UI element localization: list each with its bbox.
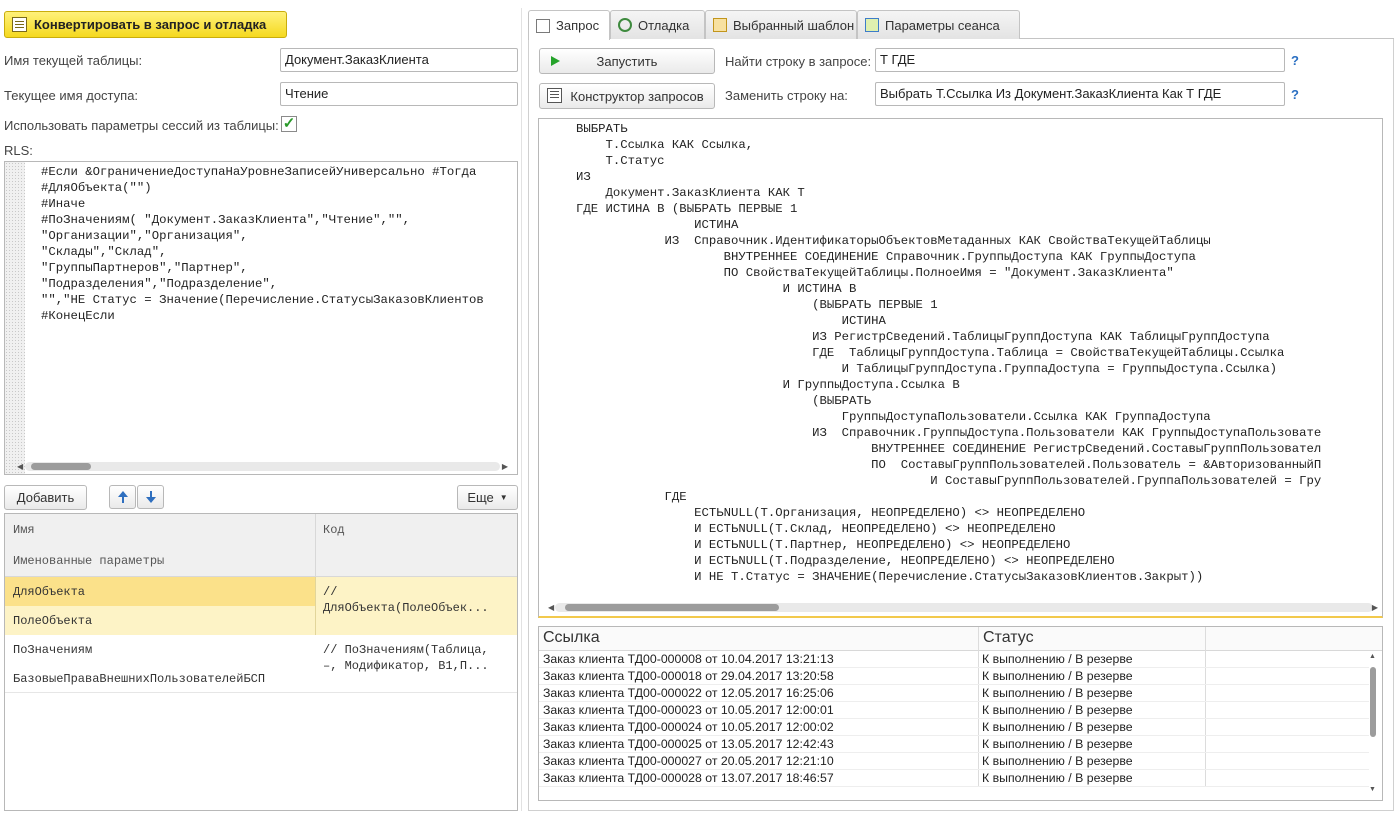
cell-ref: Заказ клиента ТД00-000024 от 10.05.2017 …: [543, 720, 834, 734]
document-edit-icon: [12, 17, 27, 32]
scroll-left-icon[interactable]: ◀: [548, 603, 554, 612]
parameters-table: Имя Именованные параметры Код ДляОбъекта…: [4, 513, 518, 811]
table-header: Имя Именованные параметры Код: [5, 514, 517, 577]
access-name-label: Текущее имя доступа:: [4, 88, 139, 103]
scroll-thumb[interactable]: [31, 463, 91, 470]
table-row[interactable]: Заказ клиента ТД00-000028 от 13.07.2017 …: [539, 770, 1369, 787]
table-name-field[interactable]: Документ.ЗаказКлиента: [280, 48, 518, 72]
move-up-button[interactable]: [109, 485, 136, 509]
row-name: ПоЗначениям: [13, 643, 93, 657]
convert-to-query-button[interactable]: Конвертировать в запрос и отладка: [4, 11, 287, 38]
cell-ref: Заказ клиента ТД00-000008 от 10.04.2017 …: [543, 652, 834, 666]
add-button[interactable]: Добавить: [4, 485, 87, 510]
table-row[interactable]: Заказ клиента ТД00-000022 от 12.05.2017 …: [539, 685, 1369, 702]
cell-ref: Заказ клиента ТД00-000018 от 29.04.2017 …: [543, 669, 834, 683]
cell-ref: Заказ клиента ТД00-000022 от 12.05.2017 …: [543, 686, 834, 700]
query-constructor-icon: [547, 88, 562, 103]
row-name: ДляОбъекта: [13, 585, 86, 599]
cell-status: К выполнению / В резерве: [982, 652, 1133, 666]
scroll-up-icon[interactable]: ▲: [1369, 653, 1376, 660]
row-field: БазовыеПраваВнешнихПользователейБСП: [13, 672, 266, 686]
replace-input[interactable]: Выбрать Т.Ссылка Из Документ.ЗаказКлиент…: [875, 82, 1285, 106]
column-header-status[interactable]: Статус: [983, 629, 1034, 647]
query-hscrollbar[interactable]: [555, 603, 1373, 612]
find-label: Найти строку в запросе:: [725, 54, 872, 69]
column-header-code[interactable]: Код: [323, 523, 345, 537]
cell-ref: Заказ клиента ТД00-000027 от 20.05.2017 …: [543, 754, 834, 768]
results-vscrollbar[interactable]: ▲ ▼: [1369, 653, 1378, 793]
scroll-thumb[interactable]: [1370, 667, 1376, 737]
move-down-button[interactable]: [137, 485, 164, 509]
scroll-right-icon[interactable]: ▶: [502, 462, 508, 471]
column-header-named-params[interactable]: Именованные параметры: [13, 554, 164, 568]
rls-editor[interactable]: #Если &ОграничениеДоступаНаУровнеЗаписей…: [4, 161, 518, 475]
results-table: Ссылка Статус Заказ клиента ТД00-000008 …: [538, 626, 1383, 801]
row-code: // ПоЗначениям(Таблица,: [323, 643, 489, 657]
column-divider: [315, 577, 316, 635]
row-code-continued: –, Модификатор, В1,П...: [323, 659, 489, 673]
table-row[interactable]: Заказ клиента ТД00-000008 от 10.04.2017 …: [539, 651, 1369, 668]
column-divider: [315, 514, 316, 576]
replace-label: Заменить строку на:: [725, 88, 848, 103]
column-header-ref[interactable]: Ссылка: [543, 629, 600, 647]
cell-status: К выполнению / В резерве: [982, 686, 1133, 700]
checkmark-icon: ✓: [282, 115, 296, 132]
play-icon: [551, 56, 560, 66]
rls-hscrollbar[interactable]: [25, 462, 500, 471]
tab-query[interactable]: Запрос: [528, 10, 610, 40]
tab-template[interactable]: Выбранный шаблон: [705, 10, 857, 39]
scroll-left-icon[interactable]: ◀: [17, 462, 23, 471]
arrow-down-icon: [145, 491, 156, 503]
panel-splitter[interactable]: [521, 8, 522, 811]
row-code-continued: ДляОбъекта(ПолеОбъек...: [323, 601, 489, 615]
tab-query-icon: [536, 18, 550, 33]
table-row[interactable]: Заказ клиента ТД00-000027 от 20.05.2017 …: [539, 753, 1369, 770]
scroll-thumb[interactable]: [565, 604, 779, 611]
cell-status: К выполнению / В резерве: [982, 669, 1133, 683]
chevron-down-icon: ▼: [499, 493, 508, 502]
table-row[interactable]: ДляОбъекта ПолеОбъекта // ДляОбъекта(Пол…: [5, 577, 517, 635]
cell-status: К выполнению / В резерве: [982, 771, 1133, 785]
results-header: Ссылка Статус: [539, 627, 1382, 651]
access-name-field[interactable]: Чтение: [280, 82, 518, 106]
find-input[interactable]: Т ГДЕ: [875, 48, 1285, 72]
replace-help-link[interactable]: ?: [1291, 87, 1299, 102]
table-row[interactable]: Заказ клиента ТД00-000025 от 13.05.2017 …: [539, 736, 1369, 753]
cell-status: К выполнению / В резерве: [982, 737, 1133, 751]
use-session-params-label: Использовать параметры сессий из таблицы…: [4, 118, 279, 133]
more-button[interactable]: Еще ▼: [457, 485, 518, 510]
cell-status: К выполнению / В резерве: [982, 703, 1133, 717]
editor-gutter: [5, 162, 25, 474]
cell-status: К выполнению / В резерве: [982, 720, 1133, 734]
cell-ref: Заказ клиента ТД00-000028 от 13.07.2017 …: [543, 771, 834, 785]
find-help-link[interactable]: ?: [1291, 53, 1299, 68]
column-header-name[interactable]: Имя: [13, 523, 35, 537]
table-name-label: Имя текущей таблицы:: [4, 53, 143, 68]
cell-ref: Заказ клиента ТД00-000023 от 10.05.2017 …: [543, 703, 834, 717]
table-row[interactable]: ПоЗначениям БазовыеПраваВнешнихПользоват…: [5, 635, 517, 693]
tab-session-icon: [865, 18, 879, 32]
table-row[interactable]: Заказ клиента ТД00-000023 от 10.05.2017 …: [539, 702, 1369, 719]
tab-session[interactable]: Параметры сеанса: [857, 10, 1020, 39]
use-session-params-checkbox[interactable]: ✓: [281, 116, 297, 132]
rls-text: #Если &ОграничениеДоступаНаУровнеЗаписей…: [41, 165, 484, 323]
rls-label: RLS:: [4, 143, 33, 158]
run-button[interactable]: Запустить: [539, 48, 715, 74]
query-constructor-button[interactable]: Конструктор запросов: [539, 83, 715, 109]
tab-debug[interactable]: Отладка: [610, 10, 705, 39]
tab-template-icon: [713, 18, 727, 32]
row-field: ПолеОбъекта: [13, 614, 93, 628]
scroll-right-icon[interactable]: ▶: [1372, 603, 1378, 612]
query-text: ВЫБРАТЬ Т.Ссылка КАК Ссылка, Т.Статус ИЗ…: [576, 122, 1322, 584]
scroll-down-icon[interactable]: ▼: [1369, 786, 1376, 793]
cell-ref: Заказ клиента ТД00-000025 от 13.05.2017 …: [543, 737, 834, 751]
row-code: //: [323, 585, 338, 599]
table-row[interactable]: Заказ клиента ТД00-000018 от 29.04.2017 …: [539, 668, 1369, 685]
table-row[interactable]: Заказ клиента ТД00-000024 от 10.05.2017 …: [539, 719, 1369, 736]
cell-status: К выполнению / В резерве: [982, 754, 1133, 768]
query-editor[interactable]: ВЫБРАТЬ Т.Ссылка КАК Ссылка, Т.Статус ИЗ…: [538, 118, 1383, 618]
arrow-up-icon: [117, 491, 128, 503]
tab-debug-icon: [618, 18, 632, 32]
